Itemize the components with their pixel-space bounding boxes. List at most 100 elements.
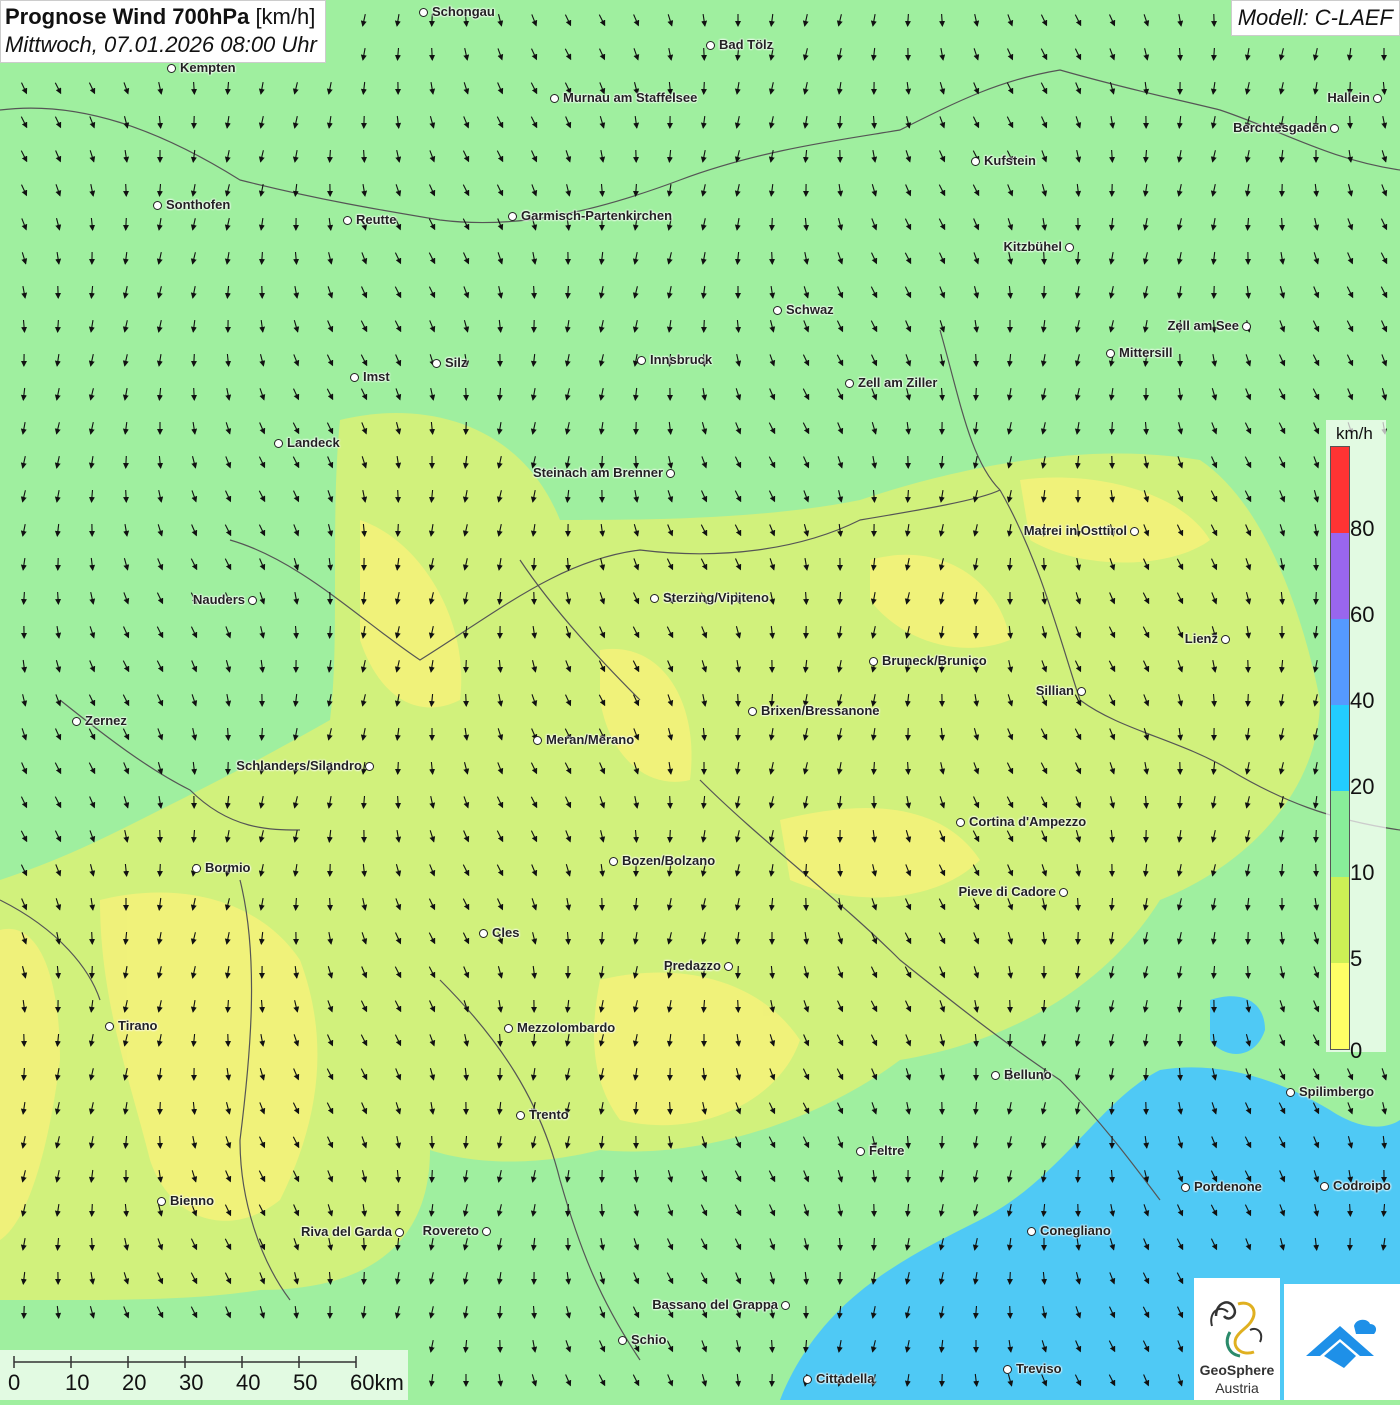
wind-arrow bbox=[1350, 116, 1351, 128]
city-marker bbox=[508, 212, 517, 221]
city-label: Sterzing/Vipiteno bbox=[663, 590, 769, 605]
wind-arrow bbox=[976, 388, 977, 400]
legend-segment bbox=[1331, 447, 1349, 533]
city-label: Cittadella bbox=[816, 1371, 875, 1386]
city-marker bbox=[153, 201, 162, 210]
city-label: Imst bbox=[363, 369, 390, 384]
wind-arrow bbox=[92, 932, 93, 944]
wind-arrow bbox=[1044, 286, 1045, 298]
wind-arrow bbox=[738, 966, 739, 978]
wind-arrow bbox=[670, 830, 671, 842]
city-marker bbox=[167, 64, 176, 73]
wind-arrow bbox=[772, 218, 773, 230]
city-label: Steinach am Brenner bbox=[533, 465, 663, 480]
cloud-arrow-icon bbox=[1284, 1284, 1400, 1400]
wind-arrow bbox=[160, 830, 161, 842]
city-label: Tirano bbox=[118, 1018, 158, 1033]
legend-title: km/h bbox=[1336, 424, 1373, 444]
city-label: Pieve di Cadore bbox=[958, 884, 1056, 899]
city-marker bbox=[869, 657, 878, 666]
geosphere-logo: GeoSphere Austria bbox=[1194, 1278, 1280, 1400]
wind-arrow bbox=[1010, 1272, 1011, 1284]
city-marker bbox=[991, 1071, 1000, 1080]
city-marker bbox=[650, 594, 659, 603]
city-marker bbox=[343, 216, 352, 225]
city-label: Conegliano bbox=[1040, 1223, 1111, 1238]
city-label: Lienz bbox=[1185, 631, 1218, 646]
city-marker bbox=[706, 41, 715, 50]
city-marker bbox=[803, 1375, 812, 1384]
scale-bar: 0102030405060km bbox=[0, 1350, 408, 1400]
wind-arrow bbox=[466, 388, 467, 400]
city-marker bbox=[365, 762, 374, 771]
wind-arrow bbox=[1316, 592, 1317, 604]
wind-arrow bbox=[398, 490, 399, 502]
city-marker bbox=[516, 1111, 525, 1120]
scale-label: 0 bbox=[8, 1370, 20, 1396]
wind-arrow bbox=[1044, 558, 1045, 570]
city-label: Pordenone bbox=[1194, 1179, 1262, 1194]
city-label: Nauders bbox=[193, 592, 245, 607]
scale-label: 30 bbox=[179, 1370, 203, 1396]
wind-arrow bbox=[126, 218, 127, 230]
wind-arrow bbox=[398, 524, 399, 536]
city-marker bbox=[1130, 527, 1139, 536]
city-marker bbox=[550, 94, 559, 103]
city-label: Bad Tölz bbox=[719, 37, 773, 52]
city-label: Treviso bbox=[1016, 1361, 1062, 1376]
city-marker bbox=[956, 818, 965, 827]
city-label: Murnau am Staffelsee bbox=[563, 90, 697, 105]
city-label: Hallein bbox=[1327, 90, 1370, 105]
city-label: Riva del Garda bbox=[301, 1224, 392, 1239]
logo-name-line2: Austria bbox=[1194, 1380, 1280, 1396]
city-label: Codroipo bbox=[1333, 1178, 1391, 1193]
city-marker bbox=[1286, 1088, 1295, 1097]
map-title: Prognose Wind 700hPa [km/h] bbox=[5, 4, 317, 30]
wind-arrow bbox=[466, 422, 467, 434]
wind-arrow bbox=[92, 966, 93, 978]
city-marker bbox=[1242, 322, 1251, 331]
legend-tick-label: 10 bbox=[1350, 860, 1374, 886]
wind-arrow bbox=[1010, 1306, 1011, 1318]
city-label: Bruneck/Brunico bbox=[882, 653, 987, 668]
city-marker bbox=[845, 379, 854, 388]
city-marker bbox=[432, 359, 441, 368]
city-marker bbox=[157, 1197, 166, 1206]
wind-arrow bbox=[1010, 1000, 1011, 1012]
city-marker bbox=[1330, 124, 1339, 133]
city-marker bbox=[504, 1024, 513, 1033]
wind-arrow bbox=[738, 694, 739, 706]
city-label: Silz bbox=[445, 355, 467, 370]
legend-segment bbox=[1331, 791, 1349, 877]
city-label: Feltre bbox=[869, 1143, 904, 1158]
city-marker bbox=[1059, 888, 1068, 897]
legend-tick-label: 20 bbox=[1350, 774, 1374, 800]
wind-arrow bbox=[976, 354, 977, 366]
city-marker bbox=[1106, 349, 1115, 358]
city-marker bbox=[1065, 243, 1074, 252]
city-marker bbox=[72, 717, 81, 726]
city-marker bbox=[1373, 94, 1382, 103]
city-marker bbox=[1077, 687, 1086, 696]
city-label: Kufstein bbox=[984, 153, 1036, 168]
wind-arrow bbox=[704, 82, 705, 94]
wind-arrow bbox=[432, 48, 433, 60]
city-marker bbox=[350, 373, 359, 382]
wind-arrow bbox=[466, 660, 467, 672]
legend-tick-label: 0 bbox=[1350, 1038, 1362, 1064]
city-label: Meran/Merano bbox=[546, 732, 634, 747]
city-label: Schio bbox=[631, 1332, 666, 1347]
city-marker bbox=[637, 356, 646, 365]
city-label: Schongau bbox=[432, 4, 495, 19]
legend-segment bbox=[1331, 705, 1349, 791]
city-label: Cles bbox=[492, 925, 519, 940]
wind-arrow bbox=[772, 252, 773, 264]
city-marker bbox=[482, 1227, 491, 1236]
wind-arrow bbox=[738, 1000, 739, 1012]
wind-arrow bbox=[432, 1170, 433, 1182]
city-marker bbox=[533, 736, 542, 745]
app-logo bbox=[1284, 1284, 1400, 1400]
wind-arrow bbox=[194, 388, 195, 400]
city-marker bbox=[274, 439, 283, 448]
city-marker bbox=[856, 1147, 865, 1156]
